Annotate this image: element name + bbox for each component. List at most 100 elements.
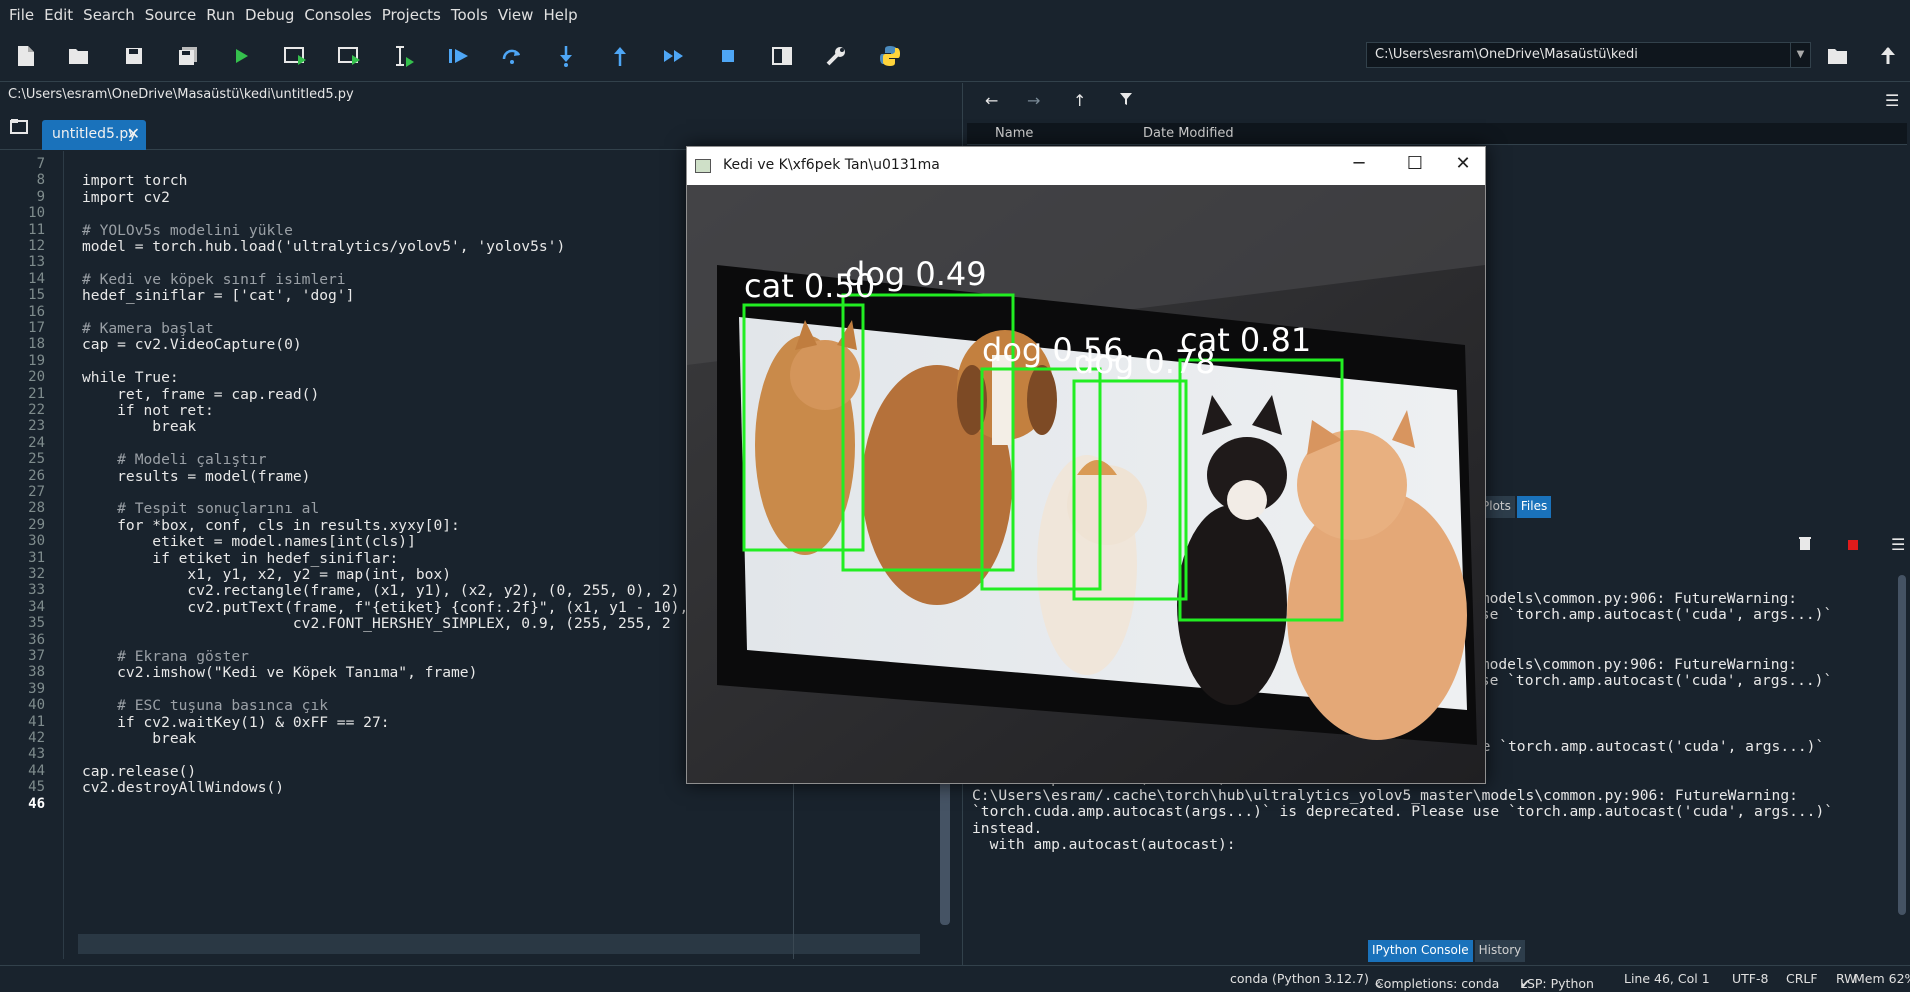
minimize-icon[interactable]: ─ [1339, 153, 1379, 177]
code-line: import torch [82, 172, 188, 190]
browse-tabs-icon[interactable] [10, 118, 28, 139]
line-number: 27 [28, 484, 45, 500]
trash-icon[interactable] [1799, 535, 1811, 554]
menu-tools[interactable]: Tools [446, 6, 493, 24]
tab-untitled5[interactable]: untitled5.py ✕ [42, 120, 146, 150]
window-title: Kedi ve K\xf6pek Tan\u0131ma [723, 157, 940, 173]
line-number: 38 [28, 664, 45, 681]
open-file-icon[interactable] [65, 42, 93, 70]
line-number: 34 [28, 598, 45, 615]
console-line: use `torch.amp.autocast('cuda', args...)… [1472, 606, 1833, 624]
menu-edit[interactable]: Edit [39, 6, 78, 24]
line-number: 33 [28, 582, 45, 599]
step-return-icon[interactable] [606, 42, 634, 70]
run-selection-icon[interactable] [390, 42, 418, 70]
maximize-pane-icon[interactable] [768, 42, 796, 70]
code-line: cv2.imshow("Kedi ve Köpek Tanıma", frame… [82, 664, 478, 682]
parent-directory-icon[interactable] [1874, 42, 1902, 70]
code-line: # Ekrana göster [82, 648, 249, 665]
line-number: 14 [28, 270, 45, 287]
step-over-icon[interactable] [498, 42, 526, 70]
code-line: etiket = model.names[int(cls)] [82, 533, 416, 551]
close-window-icon[interactable]: ✕ [1443, 153, 1483, 177]
code-line: cap = cv2.VideoCapture(0) [82, 336, 302, 354]
forward-arrow-icon[interactable]: → [1027, 91, 1040, 110]
line-number: 26 [28, 467, 45, 484]
code-line: for *box, conf, cls in results.xyxy[0]: [82, 516, 460, 534]
continue-icon[interactable] [660, 42, 688, 70]
menu-debug[interactable]: Debug [240, 6, 299, 24]
code-line: # Modeli çalıştır [82, 451, 267, 469]
code-line: if etiket in hedef_siniflar: [82, 549, 399, 567]
interrupt-stop-icon[interactable] [1848, 535, 1858, 554]
preferences-wrench-icon[interactable] [822, 42, 850, 70]
console-line: `torch.cuda.amp.autocast(args...)` is de… [972, 803, 1834, 821]
menu-help[interactable]: Help [538, 6, 582, 24]
tab-files[interactable]: Files [1516, 496, 1552, 518]
chevron-down-icon[interactable]: ▼ [1790, 43, 1810, 67]
line-number: 11 [28, 221, 45, 238]
save-all-icon[interactable] [174, 42, 202, 70]
line-number: 9 [36, 188, 45, 205]
console-line: with amp.autocast(autocast): [972, 836, 1236, 853]
scrollbar-thumb[interactable] [1898, 575, 1906, 915]
debug-icon[interactable] [445, 42, 473, 70]
run-cell-icon[interactable] [282, 42, 310, 70]
code-line: # YOLOv5s modelini yükle [82, 221, 293, 239]
tab-history[interactable]: History [1474, 940, 1526, 962]
column-name[interactable]: Name [995, 126, 1033, 141]
console-line: \models\common.py:906: FutureWarning: [1472, 590, 1798, 607]
close-icon[interactable]: ✕ [127, 124, 140, 143]
code-line: model = torch.hub.load('ultralytics/yolo… [82, 238, 566, 255]
line-number: 37 [28, 648, 45, 664]
line-number: 20 [28, 369, 45, 386]
working-directory-combo[interactable]: C:\Users\esram\OneDrive\Masaüstü\kedi ▼ [1366, 42, 1811, 68]
menu-search[interactable]: Search [78, 6, 140, 24]
code-line: import cv2 [82, 188, 170, 206]
up-arrow-icon[interactable]: ↑ [1073, 91, 1086, 110]
back-arrow-icon[interactable]: ← [985, 91, 998, 110]
step-into-icon[interactable] [552, 42, 580, 70]
menu-view[interactable]: View [493, 6, 539, 24]
window-titlebar[interactable]: Kedi ve K\xf6pek Tan\u0131ma ─ ☐ ✕ [687, 147, 1485, 185]
files-menu-icon[interactable]: ☰ [1885, 91, 1899, 110]
tab-ipython-console[interactable]: IPython Console [1368, 940, 1473, 962]
menu-file[interactable]: File [4, 6, 39, 24]
detection-label-cat-2: cat 0.81 [1180, 321, 1311, 359]
new-file-icon[interactable] [12, 42, 40, 70]
line-number: 31 [28, 549, 45, 566]
status-env[interactable]: conda (Python 3.12.7) [1230, 971, 1369, 986]
run-cell-advance-icon[interactable] [336, 42, 364, 70]
python-path-icon[interactable] [876, 42, 904, 70]
status-bar: conda (Python 3.12.7) ⟡ Completions: con… [0, 965, 1910, 991]
line-number: 41 [28, 713, 45, 730]
column-date-modified[interactable]: Date Modified [1143, 126, 1234, 141]
editor-tab-bar: untitled5.py ✕ [0, 108, 955, 150]
browse-folder-icon[interactable] [1824, 42, 1852, 70]
code-line: cv2.putText(frame, f"{etiket} {conf:.2f}… [82, 598, 689, 616]
stop-icon[interactable] [714, 42, 742, 70]
line-number: 30 [28, 533, 45, 550]
opencv-window[interactable]: Kedi ve K\xf6pek Tan\u0131ma ─ ☐ ✕ cat 0… [686, 146, 1486, 784]
pane-tabs-bottom: IPython Console History [1368, 940, 1526, 962]
line-number: 21 [28, 385, 45, 402]
run-icon[interactable] [228, 42, 256, 70]
menu-consoles[interactable]: Consoles [299, 6, 376, 24]
line-number: 8 [36, 172, 45, 189]
filter-icon[interactable] [1119, 91, 1133, 110]
menu-bar: File Edit Search Source Run Debug Consoles Proj… [0, 0, 1910, 30]
console-scrollbar[interactable] [1898, 575, 1908, 915]
menu-source[interactable]: Source [140, 6, 202, 24]
console-line: instead. [972, 819, 1043, 837]
menu-run[interactable]: Run [201, 6, 240, 24]
menu-projects[interactable]: Projects [377, 6, 446, 24]
line-number: 15 [28, 287, 45, 304]
line-number: 36 [28, 631, 45, 648]
code-line: if cv2.waitKey(1) & 0xFF == 27: [82, 713, 390, 731]
save-icon[interactable] [120, 42, 148, 70]
code-line: cv2.destroyAllWindows() [82, 779, 285, 797]
maximize-icon[interactable]: ☐ [1395, 153, 1435, 177]
window-app-icon [695, 159, 711, 173]
console-menu-icon[interactable]: ☰ [1891, 535, 1905, 554]
line-number: 44 [28, 762, 45, 779]
